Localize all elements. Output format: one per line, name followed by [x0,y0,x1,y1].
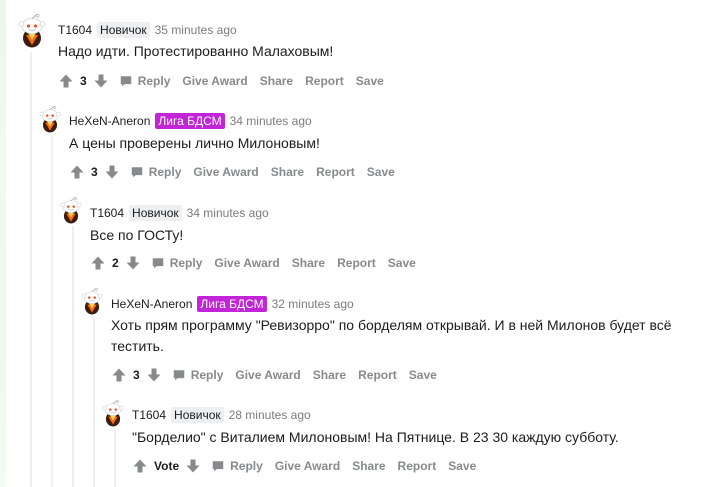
reply-button[interactable]: Reply [151,256,203,270]
user-flair: Новичок [171,407,224,423]
comment-author[interactable]: HeXeN-Aneron [69,114,150,128]
upvote-icon[interactable] [111,367,127,383]
comment: T1604 Новичок 34 minutes ago Все по ГОСТ… [60,197,720,277]
save-button[interactable]: Save [448,459,476,473]
comment-actions: 3 Reply Give Award Share Report Save [58,71,384,91]
snoo-avatar-icon[interactable] [60,197,82,224]
give-award-button[interactable]: Give Award [193,165,258,179]
comment-author[interactable]: T1604 [58,23,92,37]
vote-score: 2 [112,256,119,270]
snoo-avatar-icon[interactable] [81,288,103,315]
give-award-button[interactable]: Give Award [275,459,340,473]
downvote-icon[interactable] [104,164,120,180]
save-button[interactable]: Save [356,74,384,88]
comment-timestamp[interactable]: 28 minutes ago [229,408,311,422]
report-button[interactable]: Report [337,256,376,270]
comment-actions: 3 Reply Give Award Share Report Save [69,162,395,182]
thread-line[interactable] [51,135,53,487]
reply-label: Reply [148,165,182,179]
comment-bubble-icon [119,74,133,88]
comment-bubble-icon [151,256,165,270]
share-button[interactable]: Share [313,368,346,382]
comment-timestamp[interactable]: 34 minutes ago [187,206,269,220]
comment-bubble-icon [172,368,186,382]
share-button[interactable]: Share [271,165,304,179]
upvote-icon[interactable] [58,73,74,89]
snoo-avatar-icon[interactable] [39,106,61,133]
comment-timestamp[interactable]: 34 minutes ago [230,114,312,128]
reply-button[interactable]: Reply [172,368,224,382]
comment-bubble-icon [211,459,225,473]
share-button[interactable]: Share [260,74,293,88]
reply-label: Reply [137,74,171,88]
report-button[interactable]: Report [398,459,437,473]
comment-text: Хоть прям программу "Ревизорро" по борде… [111,317,672,354]
downvote-icon[interactable] [146,367,162,383]
comment-text: "Борделио" с Виталием Милоновым! На Пятн… [132,429,619,445]
give-award-button[interactable]: Give Award [182,74,247,88]
comment: HeXeN-Aneron Лига БДСМ 32 minutes ago Хо… [81,288,721,388]
reply-button[interactable]: Reply [119,74,171,88]
comment-actions: Vote Reply Give Award Share Report Save [132,456,476,476]
comment-actions: 2 Reply Give Award Share Report Save [90,253,416,273]
reply-label: Reply [190,368,224,382]
vote-score: 3 [80,74,87,88]
comment-author[interactable]: HeXeN-Aneron [111,297,192,311]
report-button[interactable]: Report [316,165,355,179]
comment-actions: 3 Reply Give Award Share Report Save [111,365,437,385]
downvote-icon[interactable] [185,458,201,474]
comment: HeXeN-Aneron Лига БДСМ 34 minutes ago А … [39,106,719,186]
vote-score: 3 [91,165,98,179]
save-button[interactable]: Save [409,368,437,382]
reply-label: Reply [230,459,263,473]
give-award-button[interactable]: Give Award [214,256,279,270]
comment: T1604 Новичок 35 minutes ago Надо идти. … [18,14,718,94]
reply-button[interactable]: Reply [211,459,263,473]
comment-bubble-icon [130,165,144,179]
comment-timestamp[interactable]: 32 minutes ago [272,297,354,311]
user-flair: Новичок [97,22,150,38]
downvote-icon[interactable] [125,255,141,271]
reply-button[interactable]: Reply [130,165,182,179]
reply-label: Reply [169,256,203,270]
comment-text: Все по ГОСТу! [90,227,184,243]
downvote-icon[interactable] [93,73,109,89]
report-button[interactable]: Report [358,368,397,382]
comment-timestamp[interactable]: 35 minutes ago [155,23,237,37]
give-award-button[interactable]: Give Award [235,368,300,382]
user-flair: Новичок [129,205,182,221]
upvote-icon[interactable] [132,458,148,474]
share-button[interactable]: Share [352,459,385,473]
vote-label: Vote [154,459,180,473]
vote-score: 3 [133,368,140,382]
snoo-avatar-icon[interactable] [102,400,124,427]
left-edge-stripe [0,0,6,487]
save-button[interactable]: Save [388,256,416,270]
report-button[interactable]: Report [305,74,344,88]
user-flair: Лига БДСМ [197,296,267,312]
comment: T1604 Новичок 28 minutes ago "Борделио" … [102,400,722,480]
comment-author[interactable]: T1604 [132,408,166,422]
snoo-avatar-icon[interactable] [18,14,46,48]
thread-line[interactable] [30,52,32,487]
user-flair: Лига БДСМ [155,113,225,129]
upvote-icon[interactable] [90,255,106,271]
comment-text: А цены проверены лично Милоновым! [69,135,320,151]
save-button[interactable]: Save [367,165,395,179]
comment-author[interactable]: T1604 [90,206,124,220]
share-button[interactable]: Share [292,256,325,270]
upvote-icon[interactable] [69,164,85,180]
comment-text: Надо идти. Протестированно Малаховым! [58,43,334,59]
